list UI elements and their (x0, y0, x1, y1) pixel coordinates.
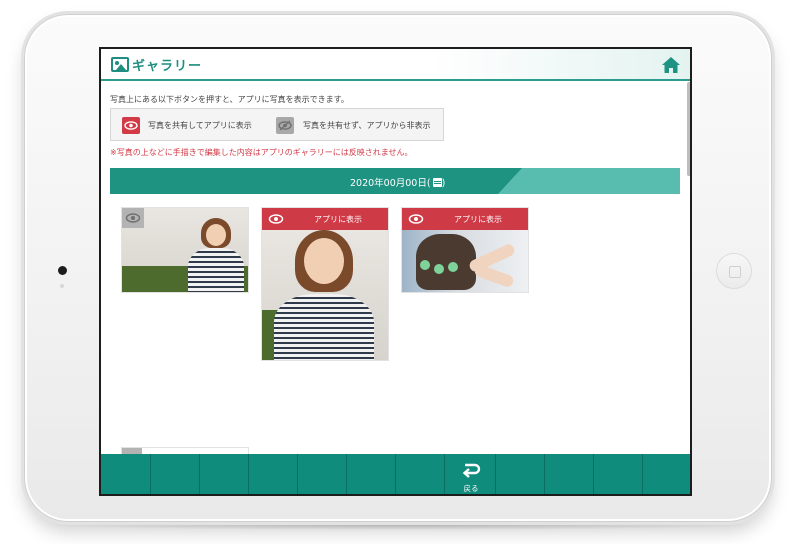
back-button[interactable]: 戻る (446, 454, 495, 494)
toolbar-divider (297, 454, 298, 494)
tablet-home-button[interactable] (716, 253, 752, 289)
home-icon[interactable] (661, 56, 681, 74)
hide-toggle-button[interactable] (122, 208, 144, 228)
eye-off-icon (125, 213, 141, 223)
toolbar-divider (150, 454, 151, 494)
toolbar-divider (395, 454, 396, 494)
tablet-camera (58, 266, 67, 275)
bottom-toolbar: 戻る (101, 454, 690, 494)
date-bar-accent (498, 168, 680, 194)
header-underline (101, 79, 690, 81)
page-title: ギャラリー (132, 59, 203, 74)
photo-card-2[interactable]: アプリに表示 (261, 207, 389, 361)
toolbar-divider (495, 454, 496, 494)
legend-show-button (122, 117, 140, 134)
eye-off-icon (278, 120, 292, 131)
photo-card-3[interactable]: アプリに表示 (401, 207, 529, 293)
tablet-sensor (60, 284, 64, 288)
toolbar-divider (444, 454, 445, 494)
photo-3 (402, 230, 528, 292)
app-header: ギャラリー (101, 49, 690, 81)
header-gradient (431, 49, 690, 79)
intro-text: 写真上にある以下ボタンを押すと、アプリに写真を表示できます。 (110, 95, 349, 104)
legend-hide-label: 写真を共有せず、アプリから非表示 (303, 121, 431, 130)
app-screen: ギャラリー 写真上にある以下ボタンを押すと、アプリに写真を表示できます。 写真を… (99, 47, 692, 496)
show-toggle-button[interactable]: アプリに表示 (402, 208, 528, 230)
date-header-bar: 2020年00月00日() (110, 168, 680, 194)
back-label: 戻る (463, 484, 479, 493)
photo-card-1[interactable] (121, 207, 249, 293)
toolbar-divider (593, 454, 594, 494)
vertical-scrollbar[interactable] (687, 82, 690, 176)
toolbar-divider (248, 454, 249, 494)
gallery-icon (111, 57, 129, 72)
date-close-paren: ) (441, 178, 446, 189)
legend-hide-button (276, 117, 294, 134)
toolbar-divider (544, 454, 545, 494)
date-text: 2020年00月00日( (350, 178, 431, 189)
photo-2 (262, 230, 388, 360)
warning-note: ※写真の上などに手描きで編集した内容はアプリのギャラリーには反映されません。 (110, 148, 413, 157)
eye-icon (124, 121, 138, 130)
toolbar-divider (346, 454, 347, 494)
legend-box: 写真を共有してアプリに表示 写真を共有せず、アプリから非表示 (110, 108, 444, 141)
toolbar-divider (642, 454, 643, 494)
show-toggle-button[interactable]: アプリに表示 (262, 208, 388, 230)
toolbar-divider (199, 454, 200, 494)
back-arrow-icon (462, 463, 481, 478)
calendar-icon (432, 178, 442, 187)
show-label: アプリに表示 (454, 215, 502, 224)
show-label: アプリに表示 (314, 215, 362, 224)
date-label: 2020年00月00日() (350, 175, 445, 189)
legend-show-label: 写真を共有してアプリに表示 (148, 121, 252, 130)
